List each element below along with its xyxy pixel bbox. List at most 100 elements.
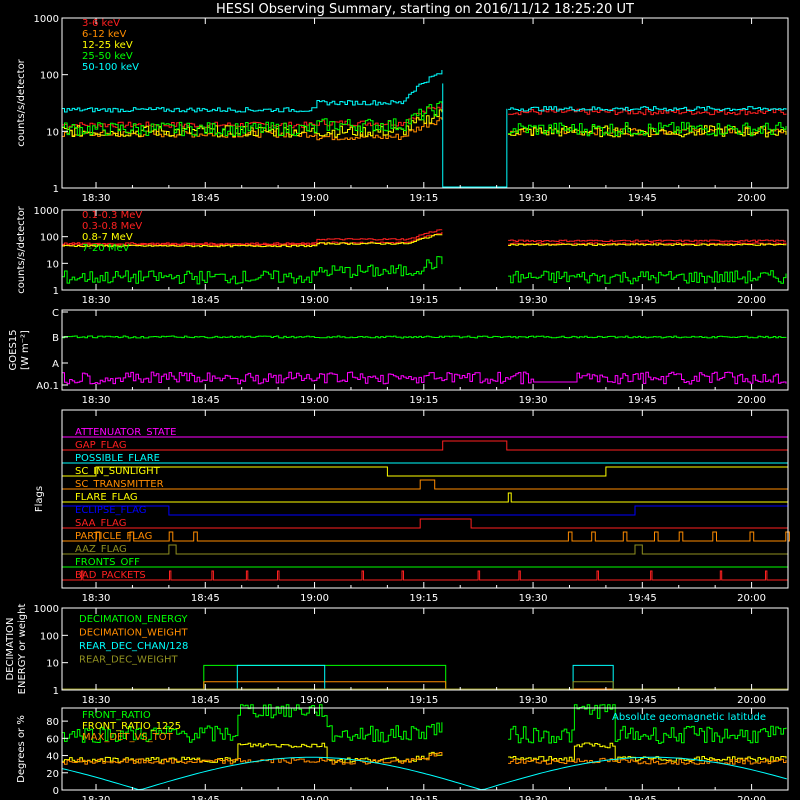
decimation-ytick-label: 100 [40,631,59,642]
goes-ytick-label: A [52,359,59,370]
legend-25-50 keV: 25-50 keV [82,51,133,62]
flag-label-POSSIBLE_FLARE: POSSIBLE_FLARE [75,453,160,464]
count-rates-xtick-label: 19:45 [628,193,657,204]
legend-3-6 keV: 3-6 keV [82,18,120,29]
ratios-xtick-label: 19:15 [409,795,438,800]
decimation-xtick-label: 19:30 [519,695,548,706]
ratios-ytick-label: 0 [53,786,59,797]
flags-xtick-label: 19:30 [519,593,548,604]
count-rates-xtick-label: 18:30 [82,193,111,204]
legend-MAX_DET_VS_TOT: MAX_DET_VS_TOT [82,732,174,743]
flags-xtick-label: 18:30 [82,593,111,604]
ratios-ytick-label: 20 [46,769,59,780]
decimation-xtick-label: 19:45 [628,695,657,706]
legend-0.8-7 MeV: 0.8-7 MeV [82,232,133,243]
flag-label-SC_TRANSMITTER: SC_TRANSMITTER [75,479,164,490]
goes-xtick-label: 20:00 [737,395,766,406]
count-rates-ytick-label: 1 [53,184,59,195]
ratios-ylabel: Degrees or % [16,715,27,783]
ratios-xtick-label: 20:00 [737,795,766,800]
decimation-xtick-label: 18:30 [82,695,111,706]
ratios-xtick-label: 19:30 [519,795,548,800]
decimation-xtick-label: 19:00 [300,695,329,706]
ratios-xtick-label: 18:30 [82,795,111,800]
flag-label-SAA_FLAG: SAA_FLAG [75,518,126,529]
legend-12-25 keV: 12-25 keV [82,40,133,51]
flags-ylabel: Flags [34,486,45,512]
flags-xtick-label: 19:15 [409,593,438,604]
legend-7-20 MeV: 7-20 MeV [82,243,130,254]
gamma-rates-ylabel: counts/s/detector [16,205,27,293]
goes-xtick-label: 18:30 [82,395,111,406]
goes-ytick-label: B [52,333,59,344]
decimation-xtick-label: 18:45 [191,695,220,706]
legend-0.1-0.3 MeV: 0.1-0.3 MeV [82,210,142,221]
goes-ytick-label: A0.1 [36,381,59,392]
ratios-ytick-label: 40 [46,752,59,763]
flags-xtick-label: 18:45 [191,593,220,604]
count-rates-xtick-label: 19:15 [409,193,438,204]
flag-label-ECLIPSE_FLAG: ECLIPSE_FLAG [75,505,146,516]
legend-REAR_DEC_CHAN/128: REAR_DEC_CHAN/128 [79,641,188,652]
goes-xtick-label: 19:30 [519,395,548,406]
flag-label-SC_IN_SUNLIGHT: SC_IN_SUNLIGHT [75,466,161,477]
count-rates-xtick-label: 19:00 [300,193,329,204]
decimation-ylabel-2: ENERGY or weight [17,604,28,695]
count-rates-ytick-label: 1000 [34,14,59,25]
annotation-geomagnetic: Absolute geomagnetic latitude [612,712,766,723]
legend-DECIMATION_ENERGY: DECIMATION_ENERGY [79,614,188,625]
flags-xtick-label: 19:00 [300,593,329,604]
legend-50-100 keV: 50-100 keV [82,62,139,73]
decimation-xtick-label: 19:15 [409,695,438,706]
gamma-rates-ytick-label: 1 [53,286,59,297]
legend-FRONT_RATIO_1225: FRONT_RATIO_1225 [82,721,181,732]
count-rates-ylabel: counts/s/detector [16,58,27,146]
background [0,0,800,800]
decimation-ylabel-1: DECIMATION [5,617,16,680]
decimation-ytick-label: 10 [46,659,59,670]
gamma-rates-xtick-label: 20:00 [737,295,766,306]
gamma-rates-xtick-label: 18:45 [191,295,220,306]
goes-xtick-label: 19:45 [628,395,657,406]
count-rates-xtick-label: 19:30 [519,193,548,204]
gamma-rates-xtick-label: 19:45 [628,295,657,306]
flag-label-FLARE_FLAG: FLARE_FLAG [75,492,138,503]
goes-ylabel-name: GOES15 [8,329,19,370]
legend-0.3-0.8 MeV: 0.3-0.8 MeV [82,221,142,232]
legend-DECIMATION_WEIGHT: DECIMATION_WEIGHT [79,628,188,639]
gamma-rates-xtick-label: 18:30 [82,295,111,306]
ratios-xtick-label: 19:45 [628,795,657,800]
legend-6-12 keV: 6-12 keV [82,29,126,40]
flag-label-FRONTS_OFF: FRONTS_OFF [75,557,140,568]
decimation-ytick-label: 1 [53,686,59,697]
hessi-summary-chart: HESSI Observing Summary, starting on 201… [0,0,800,800]
flag-label-AAZ_FLAG: AAZ_FLAG [75,544,127,555]
count-rates-xtick-label: 20:00 [737,193,766,204]
gamma-rates-xtick-label: 19:00 [300,295,329,306]
decimation-ytick-label: 1000 [34,604,59,615]
flag-label-GAP_FLAG: GAP_FLAG [75,440,127,451]
chart-title: HESSI Observing Summary, starting on 201… [216,2,634,17]
count-rates-ytick-label: 100 [40,71,59,82]
decimation-xtick-label: 20:00 [737,695,766,706]
ratios-xtick-label: 19:00 [300,795,329,800]
count-rates-ytick-label: 10 [46,127,59,138]
gamma-rates-ytick-label: 100 [40,233,59,244]
flag-label-PARTICLE_FLAG: PARTICLE_FLAG [75,531,152,542]
goes-ylabel-unit: [W m⁻²] [20,330,31,370]
ratios-ytick-label: 80 [46,717,59,728]
flag-label-BAD_PACKETS: BAD_PACKETS [75,570,146,581]
goes-xtick-label: 19:00 [300,395,329,406]
gamma-rates-xtick-label: 19:30 [519,295,548,306]
gamma-rates-ytick-label: 10 [46,259,59,270]
count-rates-xtick-label: 18:45 [191,193,220,204]
flag-label-ATTENUATOR_STATE: ATTENUATOR_STATE [75,427,176,438]
flags-xtick-label: 20:00 [737,593,766,604]
goes-xtick-label: 18:45 [191,395,220,406]
gamma-rates-xtick-label: 19:15 [409,295,438,306]
gamma-rates-ytick-label: 1000 [34,206,59,217]
goes-ytick-label: C [52,308,59,319]
legend-FRONT_RATIO: FRONT_RATIO [82,710,151,721]
goes-xtick-label: 19:15 [409,395,438,406]
flags-xtick-label: 19:45 [628,593,657,604]
